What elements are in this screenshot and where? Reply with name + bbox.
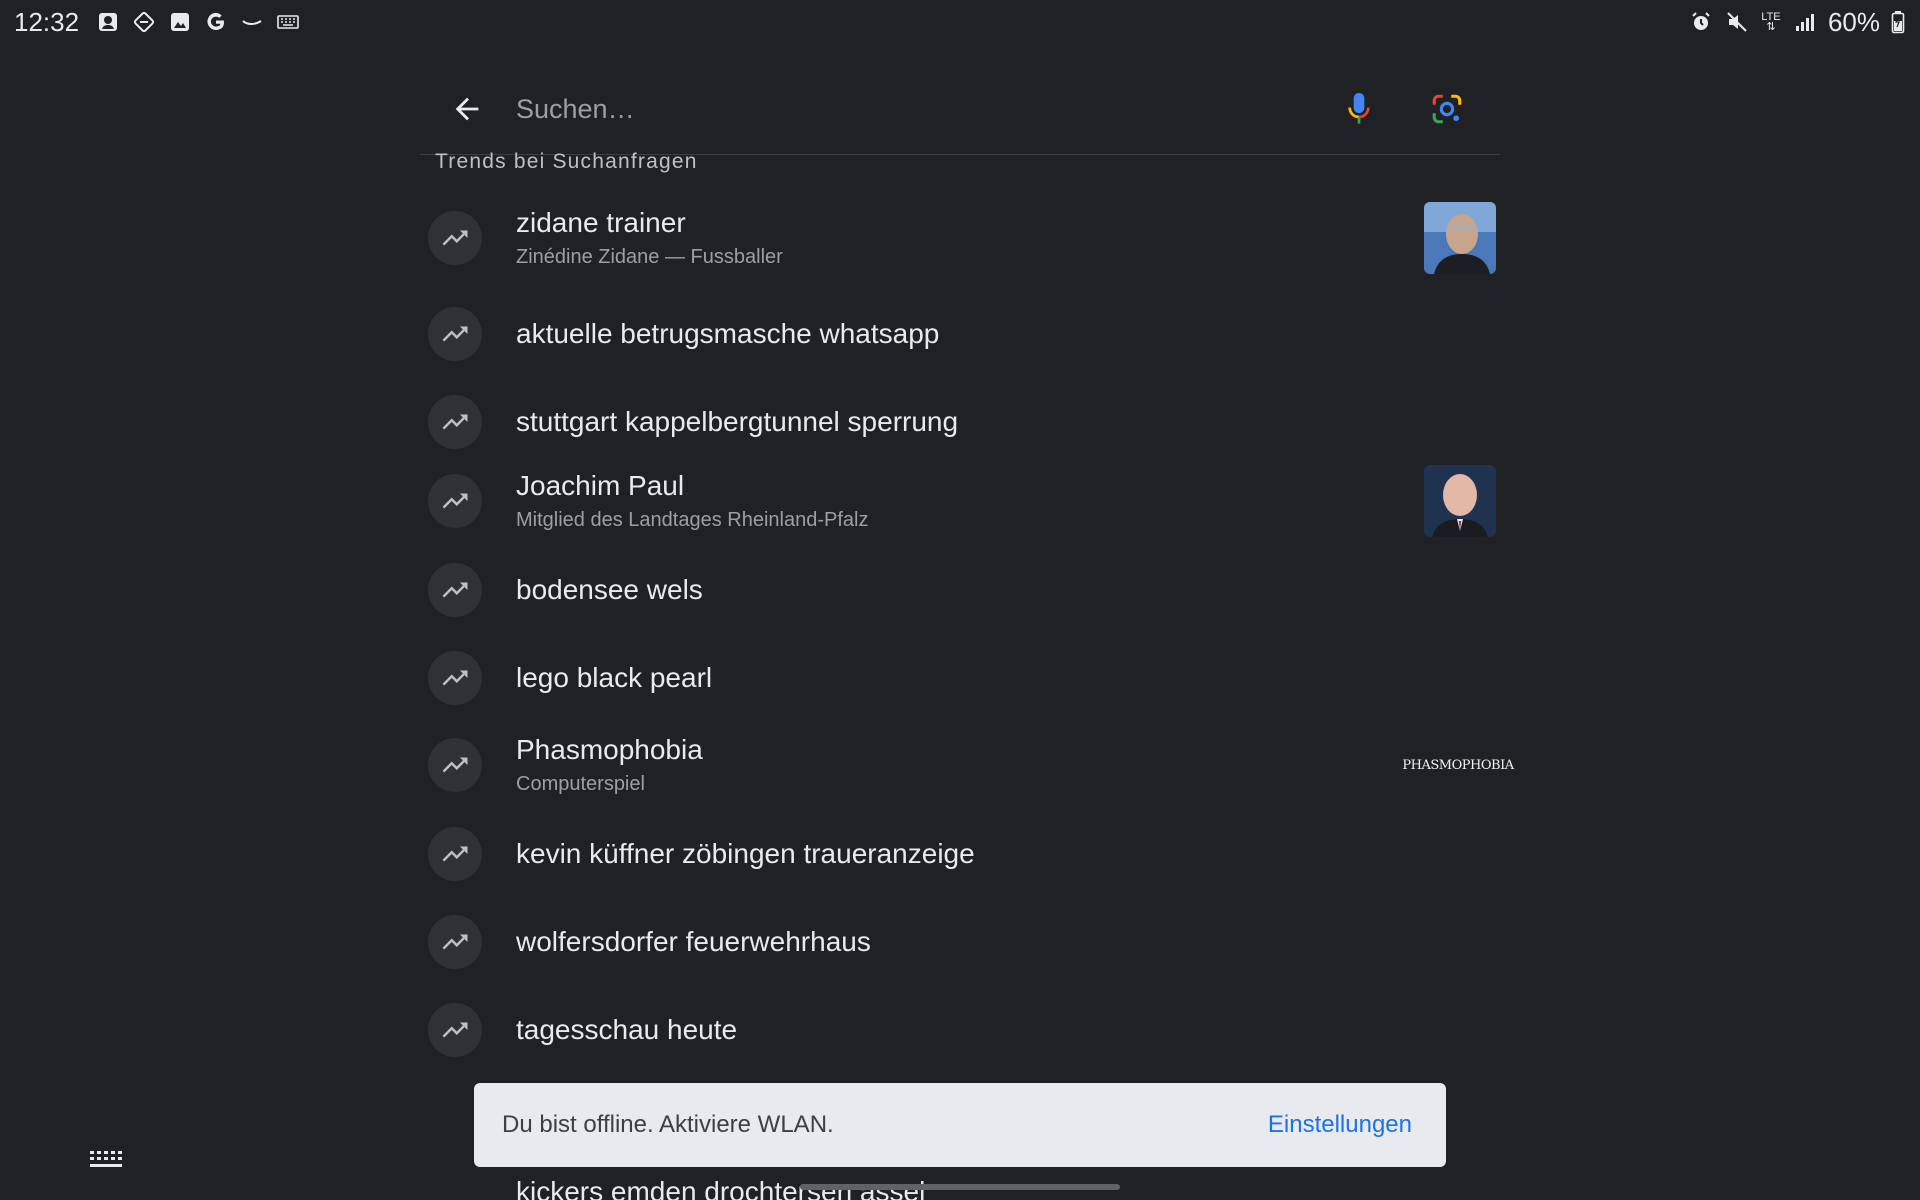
lens-search-button[interactable] [1412,74,1482,144]
person-thumbnail [1424,202,1496,274]
trend-subtitle: Computerspiel [516,773,645,795]
trending-up-icon [428,307,482,361]
battery-icon [1890,9,1906,35]
status-bar-right: LTE ⇅ 60% [1688,7,1906,38]
trend-item[interactable]: aktuelle betrugsmasche whatsapp [420,290,1500,378]
trend-title: kevin küffner zöbingen traueranzeige [516,838,975,869]
trend-item[interactable]: stuttgart kappelbergtunnel sperrung [420,378,1500,466]
trend-item[interactable]: zidane trainer Zinédine Zidane — Fussball… [420,194,1500,282]
trend-title: tagesschau heute [516,1014,738,1045]
trend-title: lego black pearl [516,662,713,693]
trending-up-icon [428,563,482,617]
trend-item[interactable]: Joachim Paul Mitglied des Landtages Rhein… [420,457,1500,545]
trending-up-icon [428,474,482,528]
voice-search-button[interactable] [1324,74,1394,144]
offline-snackbar: Du bist offline. Aktiviere WLAN. Einstel… [474,1083,1446,1167]
game-logo: PHASMOPHOBIA [1402,757,1514,773]
home-handle[interactable] [800,1184,1120,1190]
trend-text: tagesschau heute [516,1012,737,1048]
trending-up-icon [428,395,482,449]
signal-icon [1792,9,1818,35]
trend-title: Joachim Paul [516,470,685,501]
trend-subtitle: Zinédine Zidane — Fussballer [516,246,783,268]
trend-item[interactable]: wolfersdorfer feuerwehrhaus [420,898,1500,986]
search-bar [420,64,1500,155]
google-icon [203,9,229,35]
keyboard-icon [275,9,301,35]
microphone-icon [1348,93,1370,124]
trend-text: lego black pearl [516,660,712,696]
snackbar-message: Du bist offline. Aktiviere WLAN. [502,1111,834,1138]
trends-section-title: Trends bei Suchanfragen [435,150,698,173]
profile-icon [95,9,121,35]
alarm-icon [1688,9,1714,35]
trending-up-icon [428,651,482,705]
keyboard-icon [90,1151,122,1167]
trend-subtitle: Mitglied des Landtages Rheinland-Pfalz [516,509,869,531]
trending-up-icon [428,211,482,265]
status-bar-left: 12:32 [14,7,301,38]
trend-item[interactable]: kevin küffner zöbingen traueranzeige [420,810,1500,898]
gallery-icon [167,9,193,35]
back-button[interactable] [432,74,502,144]
arrow-back-icon [455,97,479,121]
trend-item[interactable]: lego black pearl [420,634,1500,722]
keyboard-toggle-button[interactable] [86,1144,126,1176]
trend-text: zidane trainer Zinédine Zidane — Fussball… [516,205,783,271]
trending-up-icon [428,915,482,969]
wave-icon [239,9,265,35]
trending-up-icon [428,738,482,792]
trend-item[interactable]: Phasmophobia Computerspiel PHASMOPHOBIA [420,721,1514,809]
trend-title: stuttgart kappelbergtunnel sperrung [516,406,959,437]
search-panel: Trends bei Suchanfragen zidane trainer Zi… [420,44,1514,1200]
search-input[interactable] [514,78,1324,140]
trend-title: zidane trainer [516,207,686,238]
trend-item[interactable]: tagesschau heute [420,986,1500,1074]
trend-text: stuttgart kappelbergtunnel sperrung [516,404,958,440]
trend-text: kevin küffner zöbingen traueranzeige [516,836,975,872]
status-time: 12:32 [14,6,80,37]
trend-title: aktuelle betrugsmasche whatsapp [516,318,940,349]
trend-title: bodensee wels [516,574,703,605]
settings-button[interactable]: Einstellungen [1268,1111,1412,1139]
google-lens-icon [1432,94,1462,124]
trend-text: Phasmophobia Computerspiel [516,732,703,798]
trend-item[interactable]: bodensee wels [420,546,1500,634]
trend-title: wolfersdorfer feuerwehrhaus [516,926,871,957]
mute-icon [1724,9,1750,35]
trend-title: Phasmophobia [516,734,703,765]
trending-up-icon [428,1003,482,1057]
battery-percent: 60% [1827,6,1880,37]
trending-up-icon [428,827,482,881]
trend-text: Joachim Paul Mitglied des Landtages Rhein… [516,468,868,534]
rotate-icon [131,9,157,35]
lte-icon: LTE ⇅ [1761,11,1781,33]
trend-text: aktuelle betrugsmasche whatsapp [516,316,939,352]
status-bar: 12:32 LTE ⇅ 60% [0,0,1920,44]
trend-text: bodensee wels [516,572,703,608]
person-thumbnail [1424,465,1496,537]
trend-text: wolfersdorfer feuerwehrhaus [516,924,871,960]
